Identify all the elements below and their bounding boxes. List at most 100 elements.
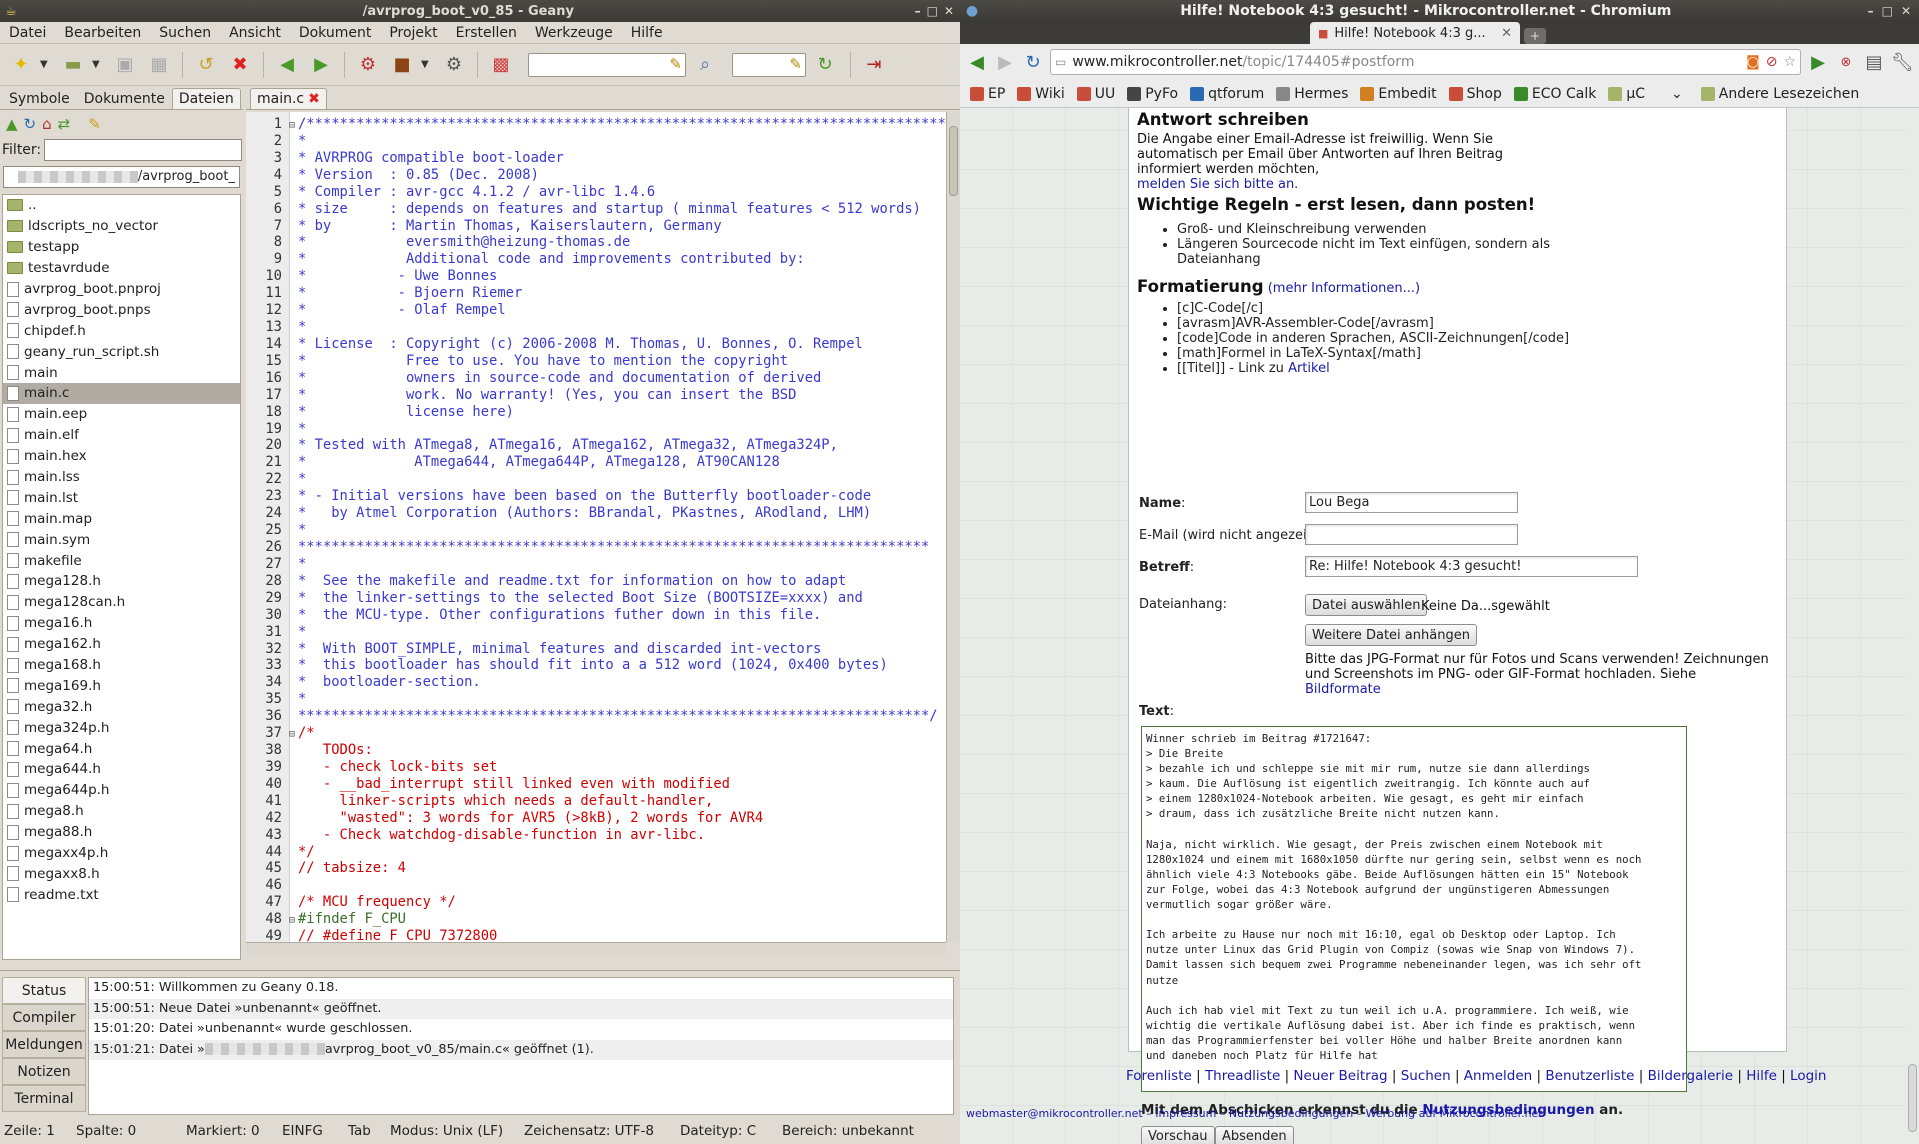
close-tab-icon[interactable]: ✕ xyxy=(1501,26,1512,41)
chevron-down-icon[interactable]: ▼ xyxy=(92,59,106,70)
save-all-icon[interactable]: ▦ xyxy=(144,50,174,80)
list-item[interactable]: mega128can.h xyxy=(3,592,240,613)
fold-marker[interactable]: ⊟ xyxy=(286,117,298,134)
list-item[interactable]: mega16.h xyxy=(3,613,240,634)
bookmark-pyfo[interactable]: PyFo xyxy=(1127,86,1178,102)
list-item[interactable]: mega644p.h xyxy=(3,780,240,801)
list-item[interactable]: testapp xyxy=(3,237,240,258)
minimize-button[interactable]: – xyxy=(1868,4,1874,18)
page-menu-icon[interactable]: ▤ xyxy=(1863,52,1885,73)
list-item[interactable]: testavrdude xyxy=(3,258,240,279)
add-file-button[interactable]: Weitere Datei anhängen xyxy=(1305,624,1477,646)
reload-icon[interactable]: ↻ xyxy=(1022,52,1044,73)
subject-input[interactable]: Re: Hilfe! Notebook 4:3 gesucht! xyxy=(1305,556,1638,577)
home-icon[interactable]: ⌂ xyxy=(42,115,52,133)
path-input[interactable]: /avrprog_boot_ xyxy=(3,166,240,188)
list-item[interactable]: main.eep xyxy=(3,404,240,425)
back-icon[interactable]: ◀ xyxy=(966,52,988,73)
open-file-icon[interactable]: ▬ xyxy=(58,50,88,80)
editor-horizontal-scrollbar[interactable] xyxy=(246,942,946,956)
page-scrollbar[interactable] xyxy=(1905,108,1919,1144)
bookmark-wiki[interactable]: Wiki xyxy=(1017,86,1065,102)
address-bar[interactable]: ▭ www.mikrocontroller.net/topic/174405#p… xyxy=(1050,49,1801,75)
color-chooser-icon[interactable]: ▩ xyxy=(486,50,516,80)
list-item[interactable]: ldscripts_no_vector xyxy=(3,216,240,237)
menu-bearbeiten[interactable]: Bearbeiten xyxy=(55,25,150,41)
list-item[interactable]: avrprog_boot.pnps xyxy=(3,299,240,320)
run-icon[interactable]: ⚙ xyxy=(439,50,469,80)
play-icon[interactable]: ▶ xyxy=(1807,52,1829,73)
list-item[interactable]: main.sym xyxy=(3,529,240,550)
list-item[interactable]: mega128.h xyxy=(3,571,240,592)
goto-line-icon[interactable]: ↻ xyxy=(810,50,840,80)
list-item[interactable]: mega88.h xyxy=(3,822,240,843)
up-icon[interactable]: ▲ xyxy=(6,115,18,133)
revert-icon[interactable]: ↺ xyxy=(191,50,221,80)
footer-link-neuer-beitrag[interactable]: Neuer Beitrag xyxy=(1293,1068,1387,1084)
message-textarea[interactable]: Winner schrieb im Beitrag #1721647: > Di… xyxy=(1141,726,1687,1092)
footer-link-threadliste[interactable]: Threadliste xyxy=(1205,1068,1280,1084)
wrench-icon[interactable]: 🔧︎ xyxy=(1891,52,1914,73)
list-item[interactable]: mega162.h xyxy=(3,634,240,655)
maximize-button[interactable]: □ xyxy=(1882,4,1893,18)
clear-icon[interactable]: ✎ xyxy=(669,55,682,73)
footer-link-forenliste[interactable]: Forenliste xyxy=(1126,1068,1192,1084)
list-item[interactable]: .. xyxy=(3,195,240,216)
list-item[interactable]: main.map xyxy=(3,508,240,529)
close-button[interactable]: ✕ xyxy=(944,4,954,18)
close-tab-icon[interactable]: ✖ xyxy=(308,91,320,107)
image-formats-link[interactable]: Bildformate xyxy=(1305,682,1381,697)
editor-vertical-scrollbar[interactable] xyxy=(946,112,960,942)
new-tab-button[interactable]: + xyxy=(1524,28,1546,44)
preview-button[interactable]: Vorschau xyxy=(1141,1126,1215,1144)
footer-link-benutzerliste[interactable]: Benutzerliste xyxy=(1545,1068,1634,1084)
star-icon[interactable]: ☆ xyxy=(1783,54,1796,70)
menu-suchen[interactable]: Suchen xyxy=(150,25,220,41)
quit-icon[interactable]: ⇥ xyxy=(859,50,889,80)
list-item[interactable]: mega644.h xyxy=(3,759,240,780)
compile-icon[interactable]: ⚙ xyxy=(353,50,383,80)
list-item[interactable]: makefile xyxy=(3,550,240,571)
list-item[interactable]: mega32.h xyxy=(3,696,240,717)
bookmark-µc[interactable]: µC xyxy=(1608,86,1645,102)
bookmark-shop[interactable]: Shop xyxy=(1448,86,1502,102)
clear-filter-icon[interactable]: ✎ xyxy=(88,115,101,133)
minimize-button[interactable]: – xyxy=(915,4,921,18)
bookmark-hermes[interactable]: Hermes xyxy=(1276,86,1348,102)
list-item[interactable]: main.elf xyxy=(3,425,240,446)
tab-dateien[interactable]: Dateien xyxy=(171,88,241,109)
list-item[interactable]: main.c xyxy=(3,383,240,404)
tab-dokumente[interactable]: Dokumente xyxy=(77,88,172,109)
format-info-link[interactable]: (mehr Informationen...) xyxy=(1268,281,1420,296)
chevron-down-icon[interactable]: ▼ xyxy=(421,59,435,70)
footer-link-login[interactable]: Login xyxy=(1790,1068,1826,1084)
spellcheck-icon[interactable]: ⊗ xyxy=(1835,55,1857,70)
menu-werkzeuge[interactable]: Werkzeuge xyxy=(526,25,622,41)
list-item[interactable]: mega324p.h xyxy=(3,717,240,738)
code-editor[interactable]: 1 ⊟/*************************************… xyxy=(246,112,946,942)
search-icon[interactable]: ⌕ xyxy=(690,50,720,80)
menu-datei[interactable]: Datei xyxy=(0,25,55,41)
rss-icon[interactable]: ◙ xyxy=(1746,54,1760,70)
list-item[interactable]: megaxx8.h xyxy=(3,864,240,885)
build-icon[interactable]: ■ xyxy=(387,50,417,80)
list-item[interactable]: mega169.h xyxy=(3,675,240,696)
bookmark-uu[interactable]: UU xyxy=(1076,86,1115,102)
list-item[interactable]: avrprog_boot.pnproj xyxy=(3,279,240,300)
menu-hilfe[interactable]: Hilfe xyxy=(622,25,672,41)
list-item[interactable]: mega8.h xyxy=(3,801,240,822)
menu-dokument[interactable]: Dokument xyxy=(290,25,381,41)
list-item[interactable]: readme.txt xyxy=(3,884,240,905)
menu-projekt[interactable]: Projekt xyxy=(380,25,446,41)
editor-tab-main-c[interactable]: main.c ✖ xyxy=(250,88,327,109)
new-file-icon[interactable]: ✦ xyxy=(6,50,36,80)
footer-link-suchen[interactable]: Suchen xyxy=(1401,1068,1451,1084)
footer-link-anmelden[interactable]: Anmelden xyxy=(1464,1068,1532,1084)
bookmark-embedit[interactable]: Embedit xyxy=(1360,86,1437,102)
tab-notizen[interactable]: Notizen xyxy=(2,1058,86,1085)
forward-icon[interactable]: ▶ xyxy=(994,52,1016,73)
refresh-icon[interactable]: ↻ xyxy=(24,115,37,133)
bookmark-eco-calk[interactable]: ECO Calk xyxy=(1513,86,1596,102)
choose-file-button[interactable]: Datei auswählen xyxy=(1305,594,1428,616)
forward-icon[interactable]: ▶ xyxy=(306,50,336,80)
